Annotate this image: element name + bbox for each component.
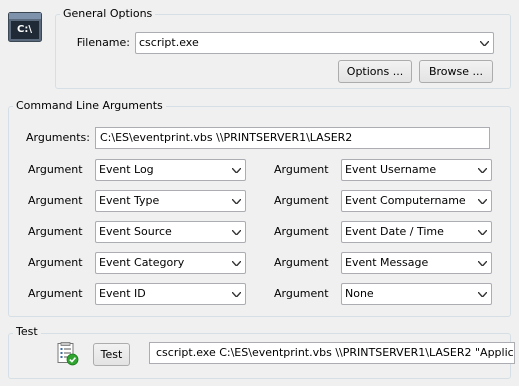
argument-select-value: Event Computername <box>345 194 466 207</box>
filename-value: cscript.exe <box>139 36 199 49</box>
argument-label: Argument <box>274 287 329 300</box>
chevron-down-icon[interactable] <box>228 191 245 211</box>
argument-select-value: Event Date / Time <box>345 225 444 238</box>
chevron-down-icon[interactable] <box>228 222 245 242</box>
test-command-output: cscript.exe C:\ES\eventprint.vbs \\PRINT… <box>149 342 515 364</box>
argument-label: Argument <box>274 256 329 269</box>
argument-select-value: None <box>345 287 374 300</box>
argument-select-value: Event ID <box>99 287 146 300</box>
arguments-input[interactable]: C:\ES\eventprint.vbs \\PRINTSERVER1\LASE… <box>95 127 490 149</box>
checklist-icon <box>55 342 79 366</box>
argument-select-left-5[interactable]: Event ID <box>95 283 246 305</box>
chevron-down-icon[interactable] <box>474 222 491 242</box>
chevron-down-icon[interactable] <box>228 253 245 273</box>
test-button[interactable]: Test <box>93 343 130 366</box>
chevron-down-icon[interactable] <box>228 284 245 304</box>
argument-select-left-3[interactable]: Event Source <box>95 221 246 243</box>
argument-select-left-2[interactable]: Event Type <box>95 190 246 212</box>
console-icon-text: C:\ <box>17 24 32 35</box>
chevron-down-icon[interactable] <box>474 160 491 180</box>
argument-label: Argument <box>274 194 329 207</box>
chevron-down-icon[interactable] <box>474 191 491 211</box>
argument-select-value: Event Type <box>99 194 160 207</box>
argument-select-value: Event Source <box>99 225 172 238</box>
argument-label: Argument <box>28 287 83 300</box>
test-title: Test <box>13 325 41 339</box>
argument-label: Argument <box>274 225 329 238</box>
chevron-down-icon[interactable] <box>474 284 491 304</box>
argument-label: Argument <box>28 163 83 176</box>
chevron-down-icon[interactable] <box>474 253 491 273</box>
argument-select-value: Event Message <box>345 256 429 269</box>
chevron-down-icon[interactable] <box>228 160 245 180</box>
argument-select-right-1[interactable]: Event Username <box>341 159 492 181</box>
argument-select-left-4[interactable]: Event Category <box>95 252 246 274</box>
argument-label: Argument <box>28 256 83 269</box>
browse-button[interactable]: Browse ... <box>419 60 493 83</box>
options-button[interactable]: Options ... <box>338 60 412 83</box>
argument-label: Argument <box>274 163 329 176</box>
argument-select-right-2[interactable]: Event Computername <box>341 190 492 212</box>
argument-label: Argument <box>28 194 83 207</box>
argument-select-left-1[interactable]: Event Log <box>95 159 246 181</box>
argument-select-value: Event Log <box>99 163 154 176</box>
arguments-label: Arguments: <box>25 131 90 144</box>
chevron-down-icon[interactable] <box>476 33 493 53</box>
general-options-title: General Options <box>60 7 156 21</box>
console-app-icon: C:\ <box>8 12 42 42</box>
argument-label: Argument <box>28 225 83 238</box>
argument-select-right-3[interactable]: Event Date / Time <box>341 221 492 243</box>
command-line-arguments-title: Command Line Arguments <box>13 99 166 113</box>
filename-combobox[interactable]: cscript.exe <box>135 32 494 54</box>
argument-select-right-5[interactable]: None <box>341 283 492 305</box>
argument-select-right-4[interactable]: Event Message <box>341 252 492 274</box>
filename-label: Filename: <box>76 36 130 49</box>
argument-select-value: Event Category <box>99 256 185 269</box>
argument-select-value: Event Username <box>345 163 437 176</box>
